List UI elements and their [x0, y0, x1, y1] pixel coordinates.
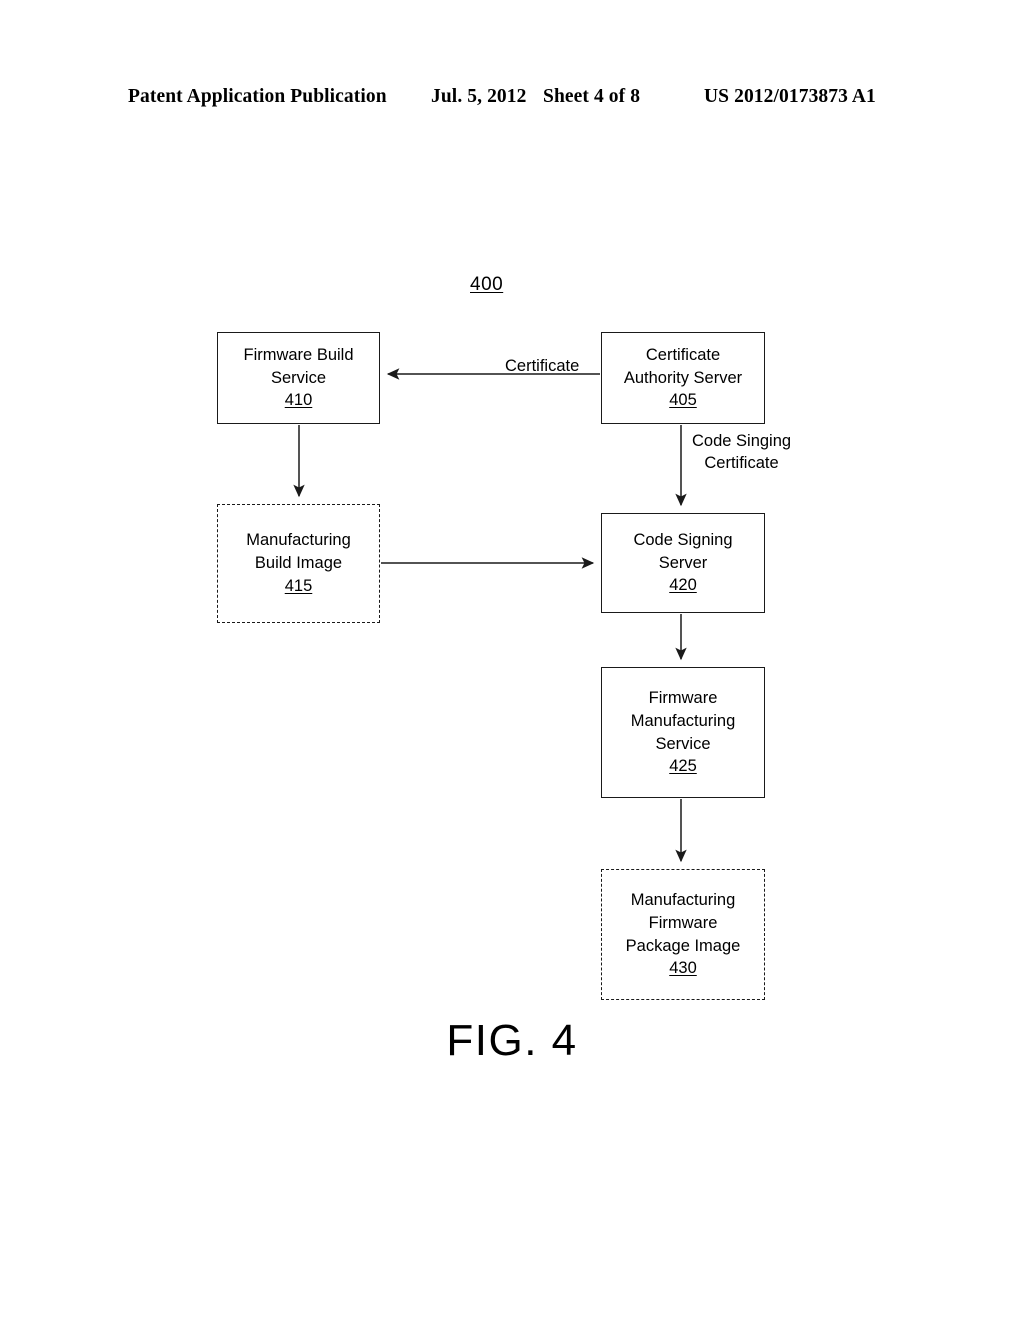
node-430-line-3: Package Image	[625, 936, 741, 955]
node-405-reference: 405	[669, 391, 697, 410]
node-firmware-manufacturing-service[interactable]: Firmware Manufacturing Service 425	[601, 667, 765, 798]
node-code-signing-server[interactable]: Code Signing Server 420	[601, 513, 765, 613]
edge-label-code-singing-certificate-line2: Certificate	[704, 454, 779, 473]
node-420-line-1: Code Signing	[633, 530, 733, 549]
node-425-line-2: Manufacturing	[630, 711, 736, 730]
node-425-line-1: Firmware	[648, 688, 718, 707]
node-430-line-1: Manufacturing	[630, 890, 736, 909]
node-430-line-2: Firmware	[648, 913, 718, 932]
node-405-line-2: Authority Server	[623, 368, 743, 387]
node-415-line-2: Build Image	[254, 554, 343, 573]
node-410-reference: 410	[284, 391, 313, 410]
node-420-reference: 420	[669, 576, 697, 595]
node-405-line-1: Certificate	[645, 345, 721, 364]
node-415-reference: 415	[284, 576, 313, 595]
figure-reference-numeral: 400	[470, 274, 504, 295]
edge-label-code-singing-certificate-line1: Code Singing	[692, 432, 792, 450]
figure-4-diagram: 400 Certificate Code Singing Certificate…	[0, 0, 1024, 1320]
node-410-line-1: Firmware Build	[243, 345, 354, 364]
diagram-connectors	[293, 368, 687, 863]
node-415-line-1: Manufacturing	[246, 531, 351, 550]
node-430-reference: 430	[669, 959, 697, 978]
node-420-line-2: Server	[658, 553, 708, 572]
node-manufacturing-build-image[interactable]: Manufacturing Build Image 415	[217, 504, 380, 623]
node-firmware-build-service[interactable]: Firmware Build Service 410	[217, 332, 380, 424]
node-manufacturing-firmware-package-image[interactable]: Manufacturing Firmware Package Image 430	[601, 869, 765, 1000]
node-410-line-2: Service	[270, 368, 327, 387]
figure-caption: FIG. 4	[446, 1016, 578, 1065]
node-425-line-3: Service	[655, 734, 711, 753]
node-certificate-authority-server[interactable]: Certificate Authority Server 405	[601, 332, 765, 424]
edge-label-code-singing-certificate: Code Singing Certificate	[692, 430, 791, 475]
edge-label-certificate: Certificate	[505, 357, 580, 375]
node-425-reference: 425	[669, 757, 697, 776]
